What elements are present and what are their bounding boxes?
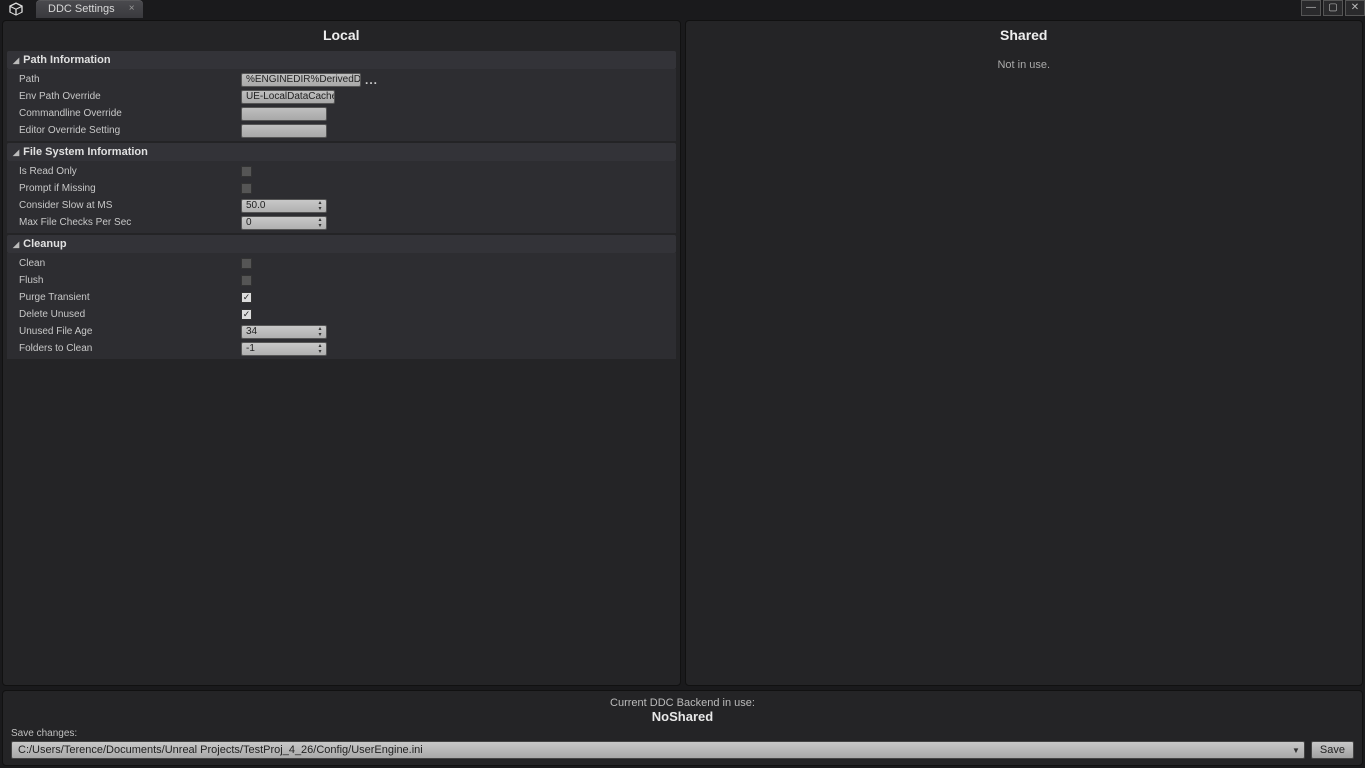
save-path-value: C:/Users/Terence/Documents/Unreal Projec… (18, 744, 423, 756)
row-purge: Purge Transient (7, 289, 676, 306)
chevron-down-icon: ◢ (13, 148, 19, 157)
pane-shared-title: Shared (686, 21, 1363, 49)
spinner-icon[interactable]: ▴▾ (315, 200, 325, 212)
cmd-override-field[interactable] (241, 107, 327, 121)
row-label: Folders to Clean (19, 343, 241, 354)
shared-status: Not in use. (686, 49, 1363, 685)
row-label: Path (19, 74, 241, 85)
row-label: Flush (19, 275, 241, 286)
backend-value: NoShared (11, 709, 1354, 724)
row-folders: Folders to Clean -1 ▴▾ (7, 340, 676, 357)
bottom-bar: Current DDC Backend in use: NoShared Sav… (2, 690, 1363, 766)
row-cmd-override: Commandline Override (7, 105, 676, 122)
row-label: Unused File Age (19, 326, 241, 337)
window-controls: ― ▢ ✕ (1299, 0, 1365, 18)
row-label: Prompt if Missing (19, 183, 241, 194)
section-header-cleanup[interactable]: ◢ Cleanup (7, 235, 676, 253)
unused-age-field[interactable]: 34 ▴▾ (241, 325, 327, 339)
row-flush: Flush (7, 272, 676, 289)
row-label: Delete Unused (19, 309, 241, 320)
slow-ms-field[interactable]: 50.0 ▴▾ (241, 199, 327, 213)
row-slow-ms: Consider Slow at MS 50.0 ▴▾ (7, 197, 676, 214)
close-button[interactable]: ✕ (1345, 0, 1365, 16)
row-unused-age: Unused File Age 34 ▴▾ (7, 323, 676, 340)
chevron-down-icon: ◢ (13, 56, 19, 65)
chevron-down-icon: ◢ (13, 240, 19, 249)
row-clean: Clean (7, 255, 676, 272)
tab-title: DDC Settings (48, 3, 115, 15)
section-header-fs-info[interactable]: ◢ File System Information (7, 143, 676, 161)
section-body-fs-info: Is Read Only Prompt if Missing Consider … (7, 161, 676, 233)
row-label: Purge Transient (19, 292, 241, 303)
row-label: Clean (19, 258, 241, 269)
browse-button[interactable]: ... (365, 73, 378, 87)
pane-shared: Shared Not in use. (685, 20, 1364, 686)
main-split: Local ◢ Path Information Path %ENGINEDIR… (0, 18, 1365, 686)
close-icon[interactable]: × (129, 3, 135, 14)
row-label: Editor Override Setting (19, 125, 241, 136)
max-checks-field[interactable]: 0 ▴▾ (241, 216, 327, 230)
row-label: Consider Slow at MS (19, 200, 241, 211)
ue-logo-icon (0, 0, 32, 18)
spinner-icon[interactable]: ▴▾ (315, 217, 325, 229)
section-title: File System Information (23, 146, 148, 158)
pane-local: Local ◢ Path Information Path %ENGINEDIR… (2, 20, 681, 686)
titlebar: DDC Settings × ― ▢ ✕ (0, 0, 1365, 18)
row-delete-unused: Delete Unused (7, 306, 676, 323)
flush-checkbox[interactable] (241, 275, 252, 286)
row-path: Path %ENGINEDIR%DerivedDataCache ... (7, 71, 676, 88)
editor-override-field[interactable] (241, 124, 327, 138)
pane-local-body: ◢ Path Information Path %ENGINEDIR%Deriv… (3, 49, 680, 685)
spinner-icon[interactable]: ▴▾ (315, 343, 325, 355)
pane-local-title: Local (3, 21, 680, 49)
section-title: Path Information (23, 54, 110, 66)
row-label: Commandline Override (19, 108, 241, 119)
readonly-checkbox[interactable] (241, 166, 252, 177)
delete-unused-checkbox[interactable] (241, 309, 252, 320)
section-body-path-info: Path %ENGINEDIR%DerivedDataCache ... Env… (7, 69, 676, 141)
spinner-icon[interactable]: ▴▾ (315, 326, 325, 338)
backend-info: Current DDC Backend in use: NoShared (11, 697, 1354, 724)
prompt-checkbox[interactable] (241, 183, 252, 194)
row-label: Max File Checks Per Sec (19, 217, 241, 228)
section-header-path-info[interactable]: ◢ Path Information (7, 51, 676, 69)
path-field[interactable]: %ENGINEDIR%DerivedDataCache (241, 73, 361, 87)
section-title: Cleanup (23, 238, 66, 250)
maximize-button[interactable]: ▢ (1323, 0, 1343, 16)
save-label: Save changes: (11, 728, 1354, 739)
save-path-dropdown[interactable]: C:/Users/Terence/Documents/Unreal Projec… (11, 741, 1305, 759)
backend-label: Current DDC Backend in use: (11, 697, 1354, 709)
section-body-cleanup: Clean Flush Purge Transient Delete Unuse… (7, 253, 676, 359)
row-readonly: Is Read Only (7, 163, 676, 180)
chevron-down-icon: ▼ (1292, 746, 1300, 755)
row-editor-override: Editor Override Setting (7, 122, 676, 139)
row-prompt: Prompt if Missing (7, 180, 676, 197)
row-env-override: Env Path Override UE-LocalDataCachePath (7, 88, 676, 105)
row-label: Is Read Only (19, 166, 241, 177)
env-override-field[interactable]: UE-LocalDataCachePath (241, 90, 335, 104)
folders-field[interactable]: -1 ▴▾ (241, 342, 327, 356)
purge-checkbox[interactable] (241, 292, 252, 303)
minimize-button[interactable]: ― (1301, 0, 1321, 16)
clean-checkbox[interactable] (241, 258, 252, 269)
save-button[interactable]: Save (1311, 741, 1354, 759)
tab-ddc-settings[interactable]: DDC Settings × (36, 0, 143, 18)
row-label: Env Path Override (19, 91, 241, 102)
row-max-checks: Max File Checks Per Sec 0 ▴▾ (7, 214, 676, 231)
